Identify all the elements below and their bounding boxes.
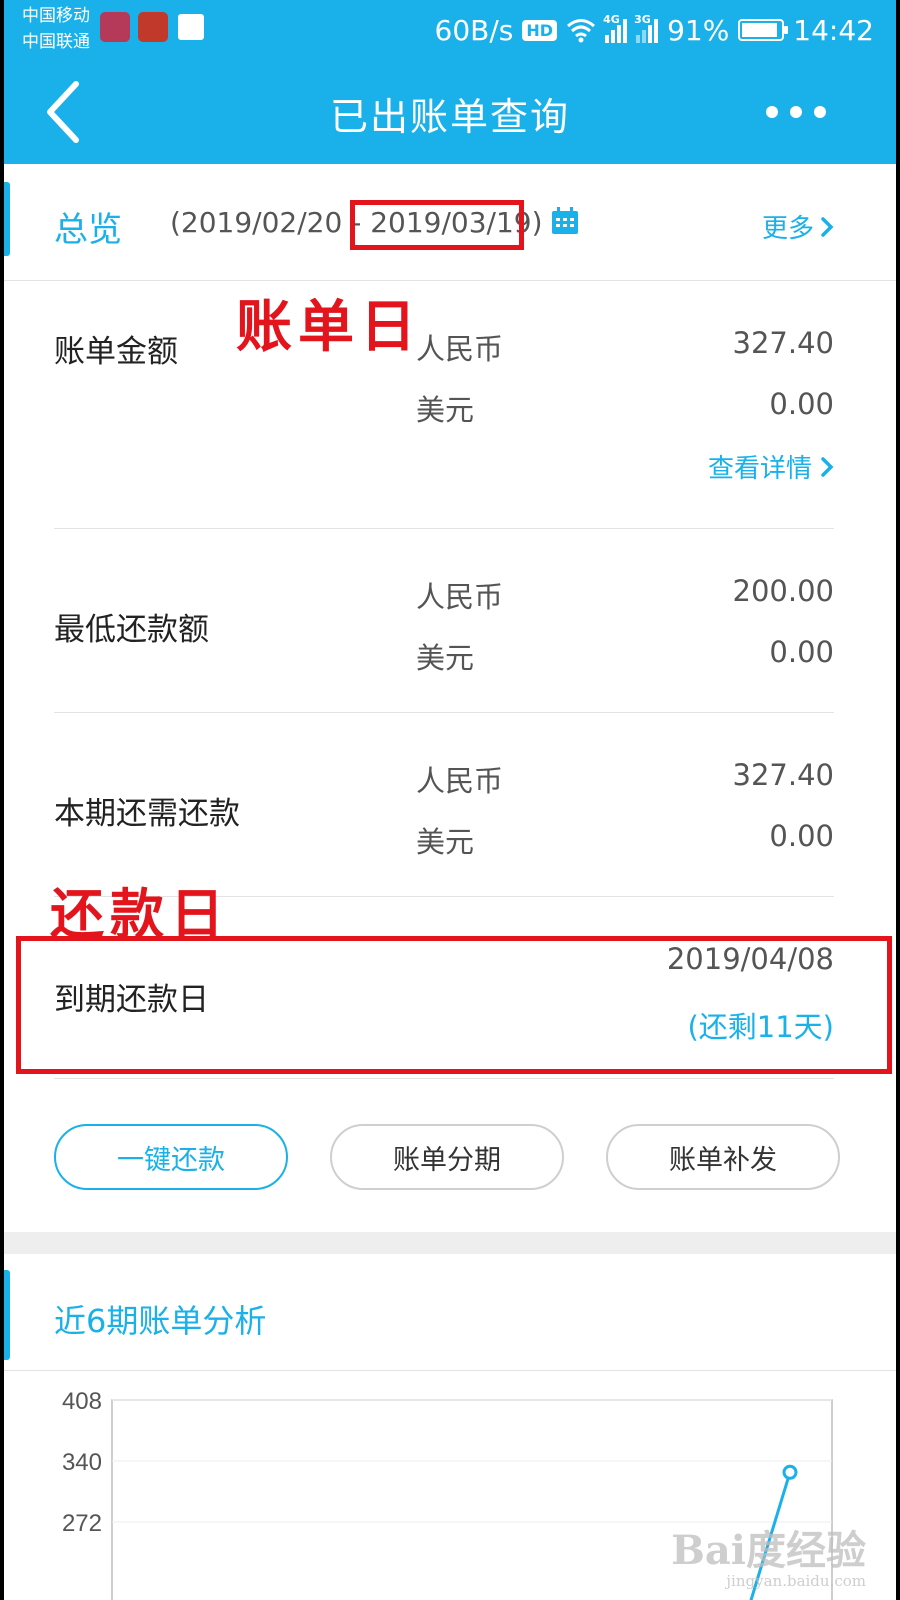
annotation-bill-day: 账单日 [236, 294, 422, 360]
watermark-brand: Bai度经验 [671, 1527, 866, 1574]
view-details-link[interactable]: 查看详情 [708, 448, 834, 485]
wifi-icon [567, 19, 596, 43]
section-separator [4, 1232, 896, 1254]
more-dots-icon [766, 106, 778, 118]
amount-value: 0.00 [769, 635, 834, 669]
row-divider [54, 1078, 834, 1079]
bill-date-highlight-box [350, 200, 524, 250]
data-point [782, 1464, 798, 1480]
overview-header-divider [4, 280, 896, 281]
watermark-url: jingyan.baidu.com [726, 1572, 866, 1590]
due-date-highlight-box [16, 936, 892, 1074]
signal-3g-icon: 3G [634, 13, 659, 43]
bill-amount-label: 账单金额 [54, 334, 178, 370]
hd-badge: HD [522, 19, 558, 41]
analysis-title: 近6期账单分析 [54, 1302, 267, 1340]
y-tick-label: 408 [62, 1388, 102, 1415]
currency-label: 人民币 [416, 332, 504, 366]
amount-value: 327.40 [732, 758, 834, 792]
view-details-label: 查看详情 [707, 454, 812, 484]
app-screen: 中国移动 中国联通 60B/s HD 4G 3G 91% 14:42 已出账单查… [4, 0, 896, 1600]
more-link[interactable]: 更多 [762, 208, 834, 245]
more-options-button[interactable] [766, 92, 826, 132]
notification-app-icon [100, 12, 130, 42]
amount-value: 200.00 [732, 574, 834, 608]
notification-hand-icon [138, 12, 168, 42]
battery-icon [738, 19, 789, 41]
status-right: 60B/s HD 4G 3G 91% 14:42 [435, 12, 874, 48]
overview-accent-bar [4, 182, 10, 256]
bill-installment-button[interactable]: 账单分期 [330, 1124, 564, 1190]
nav-bar: 已出账单查询 [4, 62, 896, 164]
more-link-label: 更多 [761, 214, 814, 244]
min-payment-label: 最低还款额 [54, 612, 209, 648]
clock: 14:42 [793, 13, 874, 47]
status-bar: 中国移动 中国联通 60B/s HD 4G 3G 91% 14:42 [4, 0, 896, 62]
chevron-right-icon [821, 456, 834, 477]
current-due-label: 本期还需还款 [54, 796, 240, 832]
bill-reissue-button[interactable]: 账单补发 [606, 1124, 840, 1190]
row-divider [54, 528, 834, 529]
carrier-1: 中国移动 [22, 6, 90, 26]
watermark: Bai度经验 jingyan.baidu.com [671, 1518, 866, 1590]
amount-value: 0.00 [769, 819, 834, 853]
y-tick-label: 272 [62, 1510, 102, 1537]
currency-label: 人民币 [416, 580, 504, 614]
amount-value: 0.00 [769, 387, 834, 421]
chevron-right-icon [821, 216, 834, 237]
currency-label: 美元 [416, 641, 475, 675]
amount-value: 327.40 [732, 326, 834, 360]
signal-4g-icon: 4G [603, 13, 628, 43]
currency-label: 人民币 [416, 764, 504, 798]
y-tick-label: 340 [62, 1449, 102, 1476]
net-speed: 60B/s [434, 13, 514, 47]
row-divider [54, 712, 834, 713]
currency-label: 美元 [416, 393, 475, 427]
battery-percent: 91% [667, 13, 730, 47]
carrier-2: 中国联通 [22, 32, 90, 52]
calendar-icon[interactable] [550, 206, 580, 236]
analysis-accent-bar [4, 1270, 10, 1360]
overview-title: 总览 [54, 210, 122, 250]
one-click-repay-button[interactable]: 一键还款 [54, 1124, 288, 1190]
page-title: 已出账单查询 [329, 95, 570, 139]
notification-huawei-icon [176, 12, 206, 42]
currency-label: 美元 [416, 825, 475, 859]
